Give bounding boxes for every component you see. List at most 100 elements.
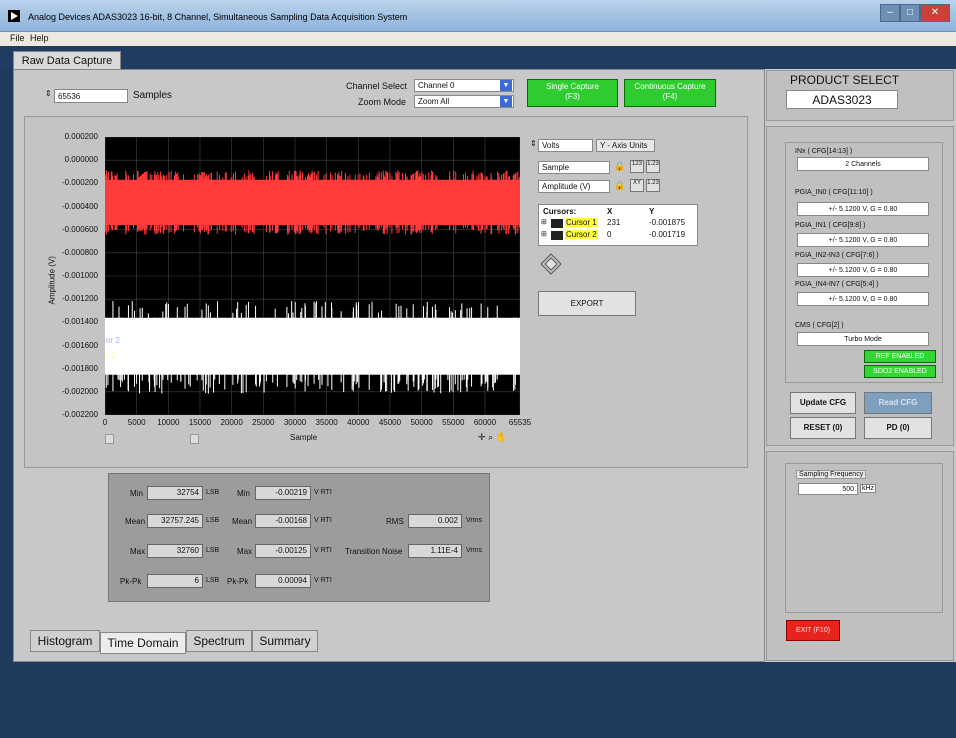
cursor-1-x: 231 — [607, 218, 621, 227]
y-tick-label: -0.000800 — [61, 247, 98, 257]
sampling-frequency-unit: kHz — [860, 484, 877, 493]
volt-stat-label: Pk-Pk — [227, 577, 249, 586]
cursor-color-swatch — [551, 231, 563, 240]
graph-palette[interactable]: ✛ ⌕ ✋ — [478, 432, 520, 444]
transition-noise-value: 1.11E-4 — [408, 544, 462, 558]
tab-time-domain[interactable]: Time Domain — [100, 632, 186, 654]
scale-lock-icon[interactable]: 🔒 — [614, 180, 625, 191]
lsb-stat-value: 32757.245 — [147, 514, 203, 528]
samples-input[interactable]: 65536 — [54, 89, 128, 103]
read-cfg-button[interactable]: Read CFG — [864, 392, 932, 414]
menu-file[interactable]: File — [10, 33, 25, 43]
ref-enabled-toggle[interactable]: REF ENABLED — [864, 350, 936, 363]
units-dropdown[interactable]: Volts — [538, 139, 593, 152]
menu-help[interactable]: Help — [30, 33, 49, 43]
cursor-2-x: 0 — [607, 230, 612, 239]
exit-button[interactable]: EXIT (F10) — [786, 620, 840, 641]
y-format-button[interactable]: 1.23 — [646, 179, 660, 192]
y-tick-label: -0.001600 — [61, 340, 98, 350]
tab-spectrum[interactable]: Spectrum — [186, 630, 252, 652]
crosshair-icon[interactable]: ✛ — [478, 432, 486, 442]
zoom-mode-dropdown[interactable]: Zoom All ▼ — [414, 95, 514, 108]
x-format-button[interactable]: 1.23 — [646, 160, 660, 173]
lsb-stat-label: Mean — [125, 517, 146, 526]
pgia-in2-in3-dropdown[interactable]: +/- 5.1200 V, G = 0.80 — [797, 263, 929, 277]
app-icon — [8, 10, 20, 22]
tab-histogram[interactable]: Histogram — [30, 630, 100, 652]
minimize-button[interactable]: – — [880, 4, 900, 22]
pgia-in4-in7-label: PGIA_IN4-IN7 ( CFG[5:4] ) — [795, 281, 879, 288]
x-tick-label: 60000 — [473, 418, 497, 427]
inx-dropdown[interactable]: 2 Channels — [797, 157, 929, 171]
cms-dropdown[interactable]: Turbo Mode — [797, 332, 929, 346]
scrollbar-left[interactable] — [105, 434, 114, 444]
pan-icon[interactable]: ✋ — [496, 432, 507, 442]
y-tick-label: -0.001200 — [61, 294, 98, 304]
x-scale-name[interactable]: Sample — [538, 161, 610, 174]
expand-icon[interactable]: ⊞ — [541, 218, 547, 226]
volt-stat-label: Max — [237, 547, 253, 556]
cursor-legend[interactable]: Cursors: X Y ⊞ Cursor 1 231 -0.001875 ⊞ … — [538, 204, 698, 246]
pgia-in4-in7-dropdown[interactable]: +/- 5.1200 V, G = 0.80 — [797, 292, 929, 306]
pgia-in1-dropdown[interactable]: +/- 5.1200 V, G = 0.80 — [797, 233, 929, 247]
zoom-mode-value: Zoom All — [418, 97, 450, 106]
cursor-move-icon[interactable] — [540, 253, 562, 275]
cursor-row-2[interactable]: ⊞ Cursor 2 0 -0.001719 — [541, 230, 697, 241]
x-axis-label: Sample — [290, 433, 318, 442]
continuous-capture-hotkey: (F4) — [662, 92, 678, 101]
status-area — [13, 662, 956, 738]
tab-summary[interactable]: Summary — [252, 630, 318, 652]
sampling-frequency-label: Sampling Frequency — [796, 470, 867, 479]
cursor-row-1[interactable]: ⊞ Cursor 1 231 -0.001875 — [541, 218, 697, 229]
reset-button[interactable]: RESET (0) — [790, 417, 856, 439]
volt-stat-unit: V RTI — [314, 577, 332, 584]
tab-raw-data-capture[interactable]: Raw Data Capture — [13, 51, 121, 71]
units-spinner[interactable]: ⇕ — [530, 139, 537, 148]
y-tick-label: -0.002000 — [61, 386, 98, 396]
channel-select-dropdown[interactable]: Channel 0 ▼ — [414, 79, 514, 92]
single-capture-button[interactable]: Single Capture (F3) — [527, 79, 618, 107]
pgia-in2-in3-label: PGIA_IN2-IN3 ( CFG[7:6] ) — [795, 252, 879, 259]
waveform-plot[interactable]: or 2 r 1 — [105, 137, 520, 415]
volt-stat-value: -0.00125 — [255, 544, 311, 558]
y-scale-name[interactable]: Amplitude (V) — [538, 180, 610, 193]
volt-stat-value: 0.00094 — [255, 574, 311, 588]
update-cfg-button[interactable]: Update CFG — [790, 392, 856, 414]
channel-trace-white — [105, 317, 520, 375]
lsb-stat-unit: LSB — [206, 577, 220, 584]
product-select-dropdown[interactable]: ADAS3023 — [786, 90, 898, 109]
lsb-stat-value: 6 — [147, 574, 203, 588]
y-tick-label: -0.001800 — [61, 363, 98, 373]
sdo2-enabled-toggle[interactable]: SDO2 ENABLED — [864, 365, 936, 378]
lsb-stat-unit: LSB — [206, 489, 220, 496]
cursor-header-name: Cursors: — [543, 207, 577, 216]
cursor-2-name: Cursor 2 — [565, 230, 598, 239]
channel-select-value: Channel 0 — [418, 81, 455, 90]
y-tick-label: -0.001400 — [61, 317, 98, 327]
pd-button[interactable]: PD (0) — [864, 417, 932, 439]
lsb-stat-label: Pk-Pk — [120, 577, 142, 586]
plot-area[interactable]: or 2 r 1 — [105, 137, 520, 415]
volt-stat-value: -0.00219 — [255, 486, 311, 500]
x-autoscale-button[interactable]: 123 — [630, 160, 644, 173]
sampling-frequency-input[interactable]: 500 — [798, 483, 858, 495]
cursor-label: r 1 — [106, 351, 116, 360]
scrollbar-right[interactable] — [190, 434, 199, 444]
scale-lock-icon[interactable]: 🔒 — [614, 161, 625, 172]
samples-spinner[interactable]: ⇕ — [45, 89, 53, 103]
volt-stat-unit: V RTI — [314, 489, 332, 496]
close-button[interactable]: ✕ — [920, 4, 950, 22]
maximize-button[interactable]: □ — [900, 4, 920, 22]
window-title: Analog Devices ADAS3023 16-bit, 8 Channe… — [28, 12, 408, 22]
export-button[interactable]: EXPORT — [538, 291, 636, 316]
single-capture-label: Single Capture — [546, 82, 599, 91]
zoom-icon[interactable]: ⌕ — [488, 432, 493, 442]
pgia-in0-dropdown[interactable]: +/- 5.1200 V, G = 0.80 — [797, 202, 929, 216]
product-select-label: PRODUCT SELECT — [790, 73, 900, 87]
continuous-capture-button[interactable]: Continuous Capture (F4) — [624, 79, 716, 107]
y-autoscale-button[interactable]: XY — [630, 179, 644, 192]
expand-icon[interactable]: ⊞ — [541, 230, 547, 238]
volt-stat-unit: V RTI — [314, 517, 332, 524]
chevron-down-icon: ▼ — [500, 96, 512, 107]
y-tick-label: -0.000400 — [61, 201, 98, 211]
